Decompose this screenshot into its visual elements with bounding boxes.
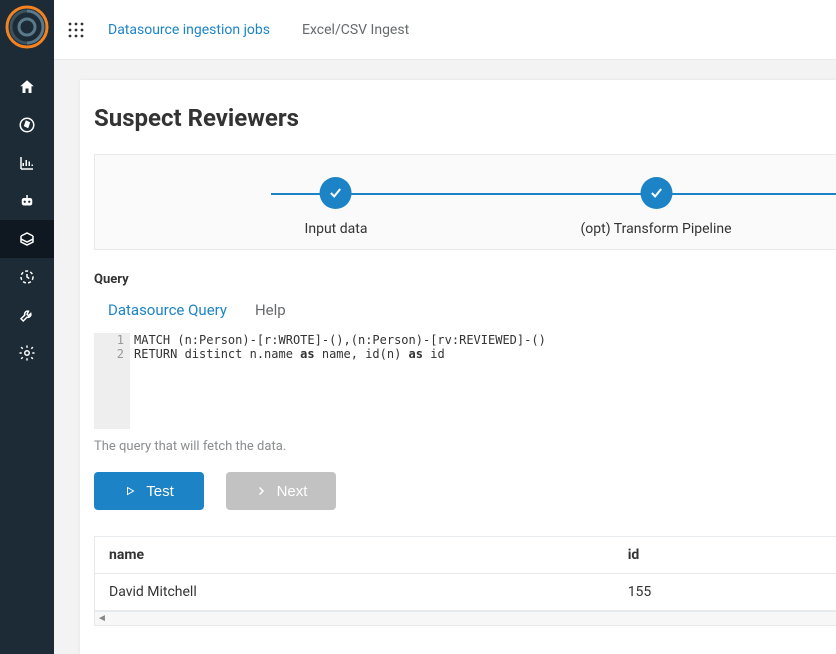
code-keyword: as: [300, 347, 314, 361]
step-label: Input data: [305, 221, 368, 237]
test-button[interactable]: Test: [94, 472, 204, 510]
step-input-data[interactable]: Input data: [305, 177, 368, 237]
step-label: (opt) Transform Pipeline: [580, 221, 731, 237]
app-logo[interactable]: [0, 0, 54, 54]
col-name[interactable]: name: [95, 537, 614, 574]
sidebar: [0, 0, 54, 654]
tab-help[interactable]: Help: [255, 301, 286, 323]
breadcrumb-current: Excel/CSV Ingest: [302, 22, 409, 38]
nav-ingest[interactable]: [0, 220, 54, 258]
check-icon: [320, 177, 352, 209]
query-section-label: Query: [80, 272, 836, 301]
table-row[interactable]: David Mitchell 155: [95, 574, 836, 611]
cell-name: David Mitchell: [95, 574, 614, 611]
breadcrumb: Datasource ingestion jobs Excel/CSV Inge…: [108, 22, 409, 38]
query-tabs: Datasource Query Help: [80, 301, 836, 333]
stepper: Input data (opt) Transform Pipeline: [94, 154, 836, 250]
nav-history[interactable]: [0, 258, 54, 296]
chevron-right-icon: [255, 485, 267, 497]
code-content[interactable]: MATCH (n:Person)-[r:WROTE]-(),(n:Person)…: [130, 333, 836, 429]
nav-tools[interactable]: [0, 296, 54, 334]
code-gutter: 1 2: [94, 333, 130, 429]
nav-robot[interactable]: [0, 182, 54, 220]
code-text: id: [423, 347, 445, 361]
scroll-left-icon: ◄: [97, 613, 107, 624]
cell-id: 155: [614, 574, 836, 611]
step-transform-pipeline[interactable]: (opt) Transform Pipeline: [580, 177, 731, 237]
next-button-label: Next: [277, 483, 308, 500]
test-button-label: Test: [146, 483, 174, 500]
line-number: 2: [94, 347, 124, 361]
table-header-row: name id: [95, 537, 836, 574]
code-keyword: as: [409, 347, 423, 361]
query-helper-text: The query that will fetch the data.: [80, 429, 836, 472]
topbar: Datasource ingestion jobs Excel/CSV Inge…: [54, 0, 836, 60]
code-editor[interactable]: 1 2 MATCH (n:Person)-[r:WROTE]-(),(n:Per…: [94, 333, 836, 429]
nav-home[interactable]: [0, 68, 54, 106]
code-text: name, id(n): [315, 347, 409, 361]
line-number: 1: [94, 333, 124, 347]
apps-grid-icon[interactable]: [68, 22, 84, 38]
page-title: Suspect Reviewers: [80, 104, 836, 154]
next-button[interactable]: Next: [226, 472, 336, 510]
results-table: name id David Mitchell 155 ◄: [94, 536, 836, 626]
button-row: Test Next: [80, 472, 836, 536]
main-area: Suspect Reviewers Input data (opt) Trans…: [54, 60, 836, 654]
col-id[interactable]: id: [614, 537, 836, 574]
content-panel: Suspect Reviewers Input data (opt) Trans…: [80, 80, 836, 654]
play-icon: [124, 485, 136, 497]
nav-explore[interactable]: [0, 106, 54, 144]
tab-datasource-query[interactable]: Datasource Query: [108, 301, 227, 323]
check-icon: [640, 177, 672, 209]
horizontal-scrollbar[interactable]: ◄: [95, 611, 836, 625]
nav-chart[interactable]: [0, 144, 54, 182]
nav-settings[interactable]: [0, 334, 54, 372]
code-text: RETURN distinct n.name: [134, 347, 300, 361]
code-text: MATCH (n:Person)-[r:WROTE]-(),(n:Person)…: [134, 333, 546, 347]
breadcrumb-parent-link[interactable]: Datasource ingestion jobs: [108, 22, 270, 38]
